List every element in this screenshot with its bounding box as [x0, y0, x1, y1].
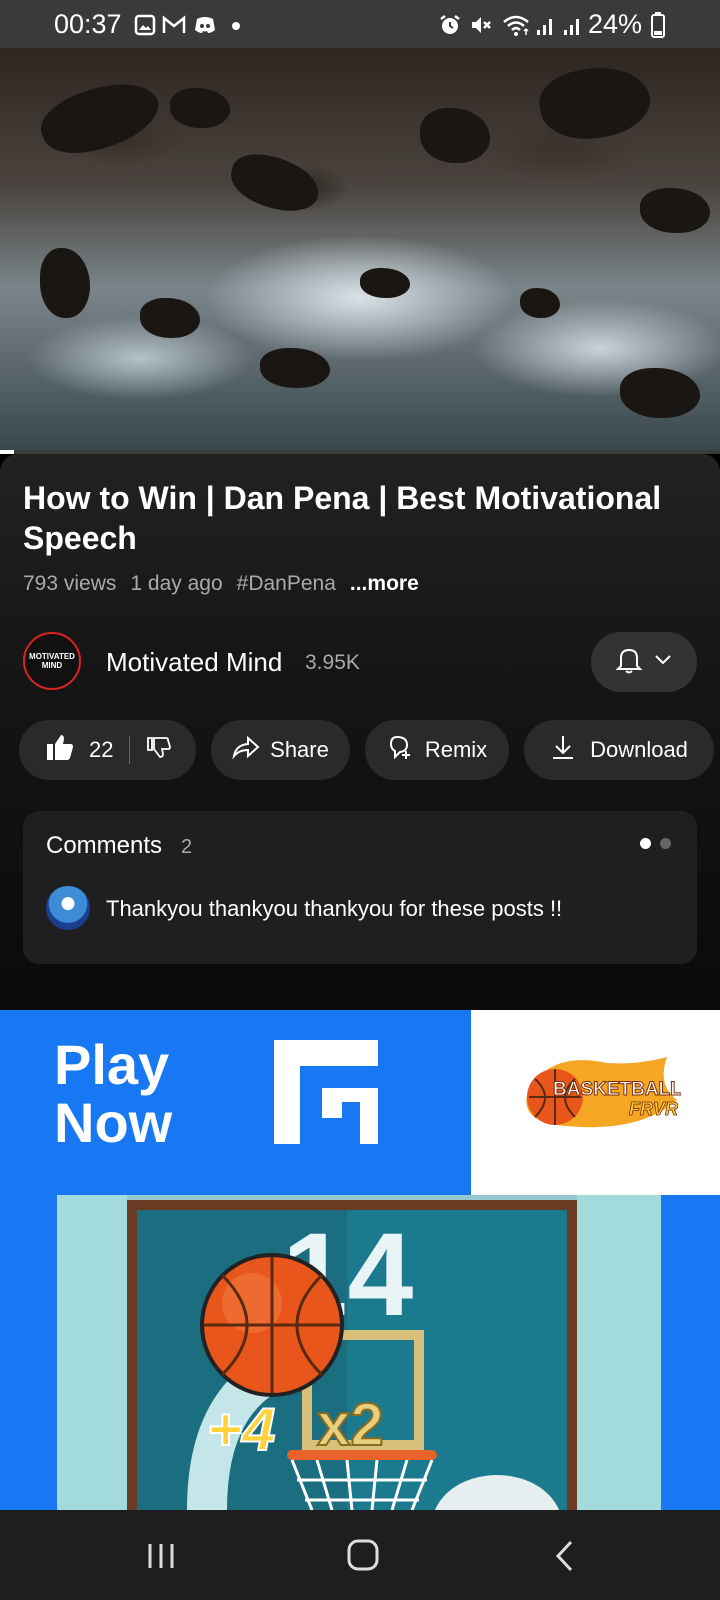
back-icon[interactable] [553, 1539, 577, 1578]
video-meta[interactable]: 793 views 1 day ago #DanPena ...more [23, 572, 419, 596]
download-icon [550, 733, 576, 767]
wifi-icon [502, 13, 532, 37]
ad-game-artwork: 14 x2 +4 [57, 1195, 661, 1510]
remix-label: Remix [424, 737, 488, 762]
remix-icon [387, 733, 415, 767]
alarm-icon [438, 13, 462, 37]
discord-icon [193, 13, 217, 37]
signal-icon [562, 13, 584, 37]
comments-count: 2 [181, 836, 193, 858]
share-icon [232, 735, 260, 765]
download-button[interactable]: Download [524, 720, 714, 780]
bell-icon [615, 645, 643, 680]
carousel-dot [660, 838, 671, 849]
commenter-avatar [46, 886, 90, 930]
hashtag-link[interactable]: #DanPena [237, 572, 336, 596]
signal-icon [535, 13, 557, 37]
subscriber-count: 3.95K [305, 651, 360, 674]
video-title[interactable]: How to Win | Dan Pena | Best Motivationa… [23, 478, 703, 558]
points-text: +4 [207, 1396, 275, 1463]
upload-age: 1 day ago [130, 572, 223, 595]
gmail-icon [162, 13, 186, 37]
mute-icon [469, 13, 493, 37]
basketball-frvr-logo: BASKETBALL FRVR [517, 1055, 683, 1135]
comments-title: Comments [46, 832, 163, 859]
thumbs-down-icon [146, 737, 172, 764]
clock: 00:37 [54, 9, 122, 39]
video-progress-fill [0, 450, 14, 454]
like-dislike-group: 22 [19, 720, 196, 780]
view-count: 793 views [23, 572, 117, 595]
status-bar: 00:37 24% [0, 0, 720, 48]
more-link[interactable]: ...more [350, 572, 419, 596]
dislike-button[interactable] [146, 735, 172, 765]
channel-avatar[interactable]: MOTIVATED MIND [23, 632, 81, 690]
gallery-icon [134, 13, 156, 37]
game-logo-line2: FRVR [629, 1099, 678, 1119]
ad-cta-line2: Now [54, 1091, 173, 1154]
share-label: Share [270, 737, 329, 762]
multiplier-text: x2 [317, 1391, 384, 1458]
game-logo-line1: BASKETBALL [553, 1079, 681, 1100]
chevron-down-icon [653, 653, 673, 672]
home-icon[interactable] [346, 1538, 380, 1577]
battery-percentage: 24% [588, 9, 643, 39]
recents-icon[interactable] [145, 1540, 177, 1577]
like-button[interactable]: 22 [45, 733, 113, 767]
facebook-gaming-icon [274, 1040, 378, 1144]
share-button[interactable]: Share [211, 720, 350, 780]
thumbs-up-icon [45, 733, 75, 767]
notification-bell-button[interactable] [591, 632, 697, 692]
ad-cta-text[interactable]: Play Now [54, 1036, 172, 1152]
like-divider [129, 736, 131, 764]
dot-icon [231, 13, 241, 37]
system-nav-bar [0, 1510, 720, 1600]
remix-button[interactable]: Remix [365, 720, 509, 780]
channel-avatar-text: MOTIVATED MIND [29, 652, 75, 670]
carousel-dot-active [640, 838, 651, 849]
download-label: Download [590, 737, 688, 762]
top-comment-text: Thankyou thankyou thankyou for these pos… [106, 896, 563, 921]
video-player[interactable] [0, 48, 720, 450]
ad-cta-line1: Play [54, 1033, 170, 1096]
channel-name[interactable]: Motivated Mind [106, 647, 282, 678]
battery-icon [651, 12, 665, 38]
like-count: 22 [89, 737, 114, 762]
